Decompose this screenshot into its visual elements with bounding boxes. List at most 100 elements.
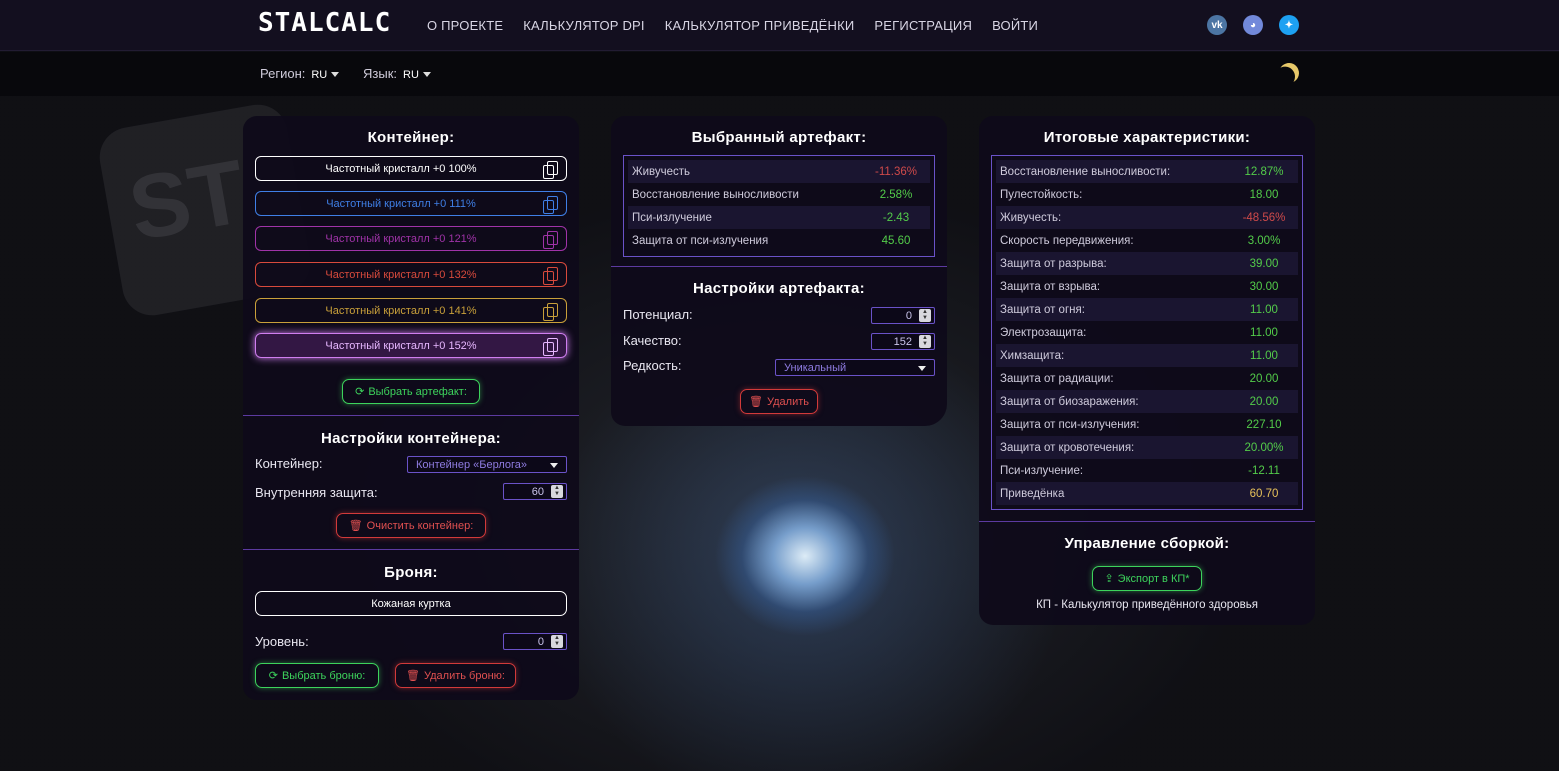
export-label: Экспорт в КП* bbox=[1117, 572, 1190, 585]
stat-value: 11.00 bbox=[1250, 326, 1278, 339]
stepper-icon[interactable]: ▲ ▼ bbox=[551, 635, 563, 648]
copy-icon[interactable] bbox=[543, 338, 558, 356]
discord-icon[interactable]: ◕ bbox=[1243, 15, 1263, 35]
trash-icon: 🗑 bbox=[348, 520, 363, 532]
stat-value: -2.43 bbox=[882, 211, 910, 224]
container-title: Контейнер: bbox=[367, 129, 455, 146]
container-panel: Контейнер: Частотный кристалл +0 100% Час… bbox=[243, 116, 579, 700]
quality-input[interactable]: 152 ▲ ▼ bbox=[871, 333, 935, 350]
stat-value: 11.00 bbox=[1250, 303, 1278, 316]
upload-icon: ⇪ bbox=[1104, 573, 1114, 585]
potential-input[interactable]: 0 ▲ ▼ bbox=[871, 307, 935, 324]
container-slot[interactable]: Частотный кристалл +0 111% bbox=[255, 191, 567, 216]
level-input[interactable]: 0 ▲ ▼ bbox=[503, 633, 567, 650]
stat-value: 30.00 bbox=[1249, 280, 1279, 293]
trash-icon: 🗑 bbox=[406, 670, 420, 682]
container-select[interactable]: Контейнер «Берлога» bbox=[407, 456, 567, 473]
armor-name: Кожаная куртка bbox=[371, 597, 451, 610]
vk-icon[interactable]: vk bbox=[1207, 15, 1227, 35]
clear-container-label: Очистить контейнер: bbox=[366, 519, 474, 532]
stat-value: -12.11 bbox=[1248, 464, 1280, 477]
clear-container-button[interactable]: 🗑 Очистить контейнер: bbox=[336, 513, 486, 538]
stat-value: 20.00% bbox=[1244, 441, 1284, 454]
stat-name: Живучесть: bbox=[1000, 211, 1062, 224]
container-slot[interactable]: Частотный кристалл +0 100% bbox=[255, 156, 567, 181]
stat-name: Защита от биозаражения: bbox=[1000, 395, 1139, 408]
chevron-down-icon bbox=[550, 463, 558, 468]
stat-name: Химзащита: bbox=[1000, 349, 1065, 362]
stat-row: Живучесть -11.36% bbox=[628, 160, 930, 183]
copy-icon[interactable] bbox=[543, 231, 558, 249]
quality-label: Качество: bbox=[623, 333, 682, 348]
stat-name: Пулестойкость: bbox=[1000, 188, 1083, 201]
export-button[interactable]: ⇪ Экспорт в КП* bbox=[1092, 566, 1202, 591]
nav-register[interactable]: РЕГИСТРАЦИЯ bbox=[874, 18, 972, 33]
armor-title: Броня: bbox=[384, 564, 438, 581]
stat-name: Живучесть bbox=[632, 165, 691, 178]
stat-name: Защита от огня: bbox=[1000, 303, 1085, 316]
background-sign-lettering: ST bbox=[122, 141, 253, 261]
artifact-title: Выбранный артефакт: bbox=[691, 129, 867, 146]
copy-icon[interactable] bbox=[543, 303, 558, 321]
chevron-down-icon bbox=[422, 72, 431, 78]
twitter-icon[interactable]: ✦ bbox=[1279, 15, 1299, 35]
refresh-icon: ⟳ bbox=[268, 670, 278, 682]
container-slot[interactable]: Частотный кристалл +0 121% bbox=[255, 226, 567, 251]
container-slot[interactable]: Частотный кристалл +0 152% bbox=[255, 333, 567, 358]
stat-name: Защита от пси-излучения bbox=[632, 234, 769, 247]
stepper-icon[interactable]: ▲ ▼ bbox=[551, 485, 563, 498]
stat-row: Защита от радиации: 20.00 bbox=[996, 367, 1298, 390]
stat-name: Пси-излучение: bbox=[1000, 464, 1084, 477]
nav-dpi-calculator[interactable]: КАЛЬКУЛЯТОР DPI bbox=[523, 18, 644, 33]
stat-name: Приведёнка bbox=[1000, 487, 1065, 500]
select-armor-button[interactable]: ⟳ Выбрать броню: bbox=[255, 663, 379, 688]
social-links: vk ◕ ✦ bbox=[1207, 15, 1299, 35]
language-selector[interactable]: Язык: RU bbox=[363, 66, 431, 81]
stat-name: Защита от кровотечения: bbox=[1000, 441, 1135, 454]
delete-artifact-button[interactable]: 🗑 Удалить bbox=[740, 389, 818, 414]
armor-slot[interactable]: Кожаная куртка bbox=[255, 591, 567, 616]
stat-value: 18.00 bbox=[1249, 188, 1279, 201]
inner-protection-input[interactable]: 60 ▲ ▼ bbox=[503, 483, 567, 500]
stat-name: Защита от разрыва: bbox=[1000, 257, 1107, 270]
nav-login[interactable]: ВОЙТИ bbox=[992, 18, 1038, 33]
copy-icon[interactable] bbox=[543, 161, 558, 179]
logo[interactable]: STALCALC bbox=[258, 8, 391, 38]
quality-value: 152 bbox=[893, 335, 912, 348]
totals-stats-table: Восстановление выносливости: 12.87% Пулест… bbox=[991, 155, 1303, 510]
stat-value: 60.70 bbox=[1249, 487, 1279, 500]
nav-about[interactable]: О ПРОЕКТЕ bbox=[427, 18, 503, 33]
stat-row: Химзащита: 11.00 bbox=[996, 344, 1298, 367]
copy-icon[interactable] bbox=[543, 267, 558, 285]
copy-icon[interactable] bbox=[543, 196, 558, 214]
rarity-select[interactable]: Уникальный bbox=[775, 359, 935, 376]
stat-row: Защита от взрыва: 30.00 bbox=[996, 275, 1298, 298]
container-slot-label: Частотный кристалл +0 121% bbox=[325, 232, 477, 245]
nav-hp-calculator[interactable]: КАЛЬКУЛЯТОР ПРИВЕДЁНКИ bbox=[665, 18, 855, 33]
select-artifact-label: Выбрать артефакт: bbox=[368, 385, 467, 398]
container-slot[interactable]: Частотный кристалл +0 141% bbox=[255, 298, 567, 323]
select-artifact-button[interactable]: ⟳ Выбрать артефакт: bbox=[342, 379, 480, 404]
container-slot-label: Частотный кристалл +0 152% bbox=[325, 339, 477, 352]
trash-icon: 🗑 bbox=[749, 396, 763, 408]
stat-row: Пси-излучение: -12.11 bbox=[996, 459, 1298, 482]
select-armor-label: Выбрать броню: bbox=[281, 669, 366, 682]
chevron-down-icon bbox=[918, 366, 926, 371]
container-slot-label: Частотный кристалл +0 100% bbox=[325, 162, 477, 175]
container-slot-label: Частотный кристалл +0 111% bbox=[326, 197, 476, 210]
refresh-icon: ⟳ bbox=[355, 386, 365, 398]
delete-artifact-label: Удалить bbox=[766, 395, 809, 408]
divider bbox=[243, 549, 579, 550]
artifact-panel: Выбранный артефакт: Живучесть -11.36% Восс… bbox=[611, 116, 947, 426]
stepper-icon[interactable]: ▲ ▼ bbox=[919, 335, 931, 348]
container-slot[interactable]: Частотный кристалл +0 132% bbox=[255, 262, 567, 287]
stepper-icon[interactable]: ▲ ▼ bbox=[919, 309, 931, 322]
stat-name: Восстановление выносливости: bbox=[1000, 165, 1171, 178]
stat-value: 20.00 bbox=[1249, 372, 1279, 385]
region-selector[interactable]: Регион: RU bbox=[260, 66, 340, 81]
stat-row: Защита от кровотечения: 20.00% bbox=[996, 436, 1298, 459]
delete-armor-button[interactable]: 🗑 Удалить броню: bbox=[395, 663, 516, 688]
stat-name: Защита от взрыва: bbox=[1000, 280, 1101, 293]
stat-value: -11.36% bbox=[875, 165, 917, 178]
container-slot-label: Частотный кристалл +0 132% bbox=[325, 268, 477, 281]
